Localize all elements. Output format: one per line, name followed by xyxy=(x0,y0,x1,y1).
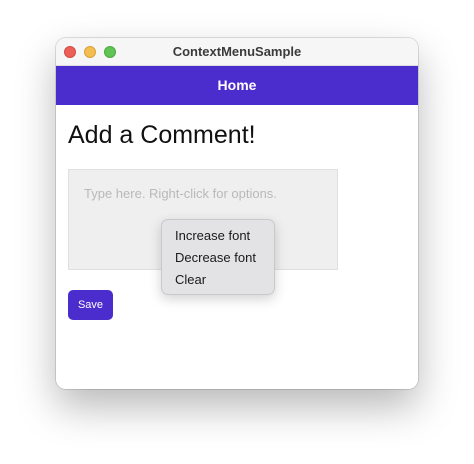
save-button[interactable]: Save xyxy=(68,290,113,320)
context-menu: Increase font Decrease font Clear xyxy=(161,219,275,295)
nav-title: Home xyxy=(217,77,257,93)
navigation-bar: Home xyxy=(56,66,418,105)
window-title: ContextMenuSample xyxy=(172,44,302,59)
app-window: ContextMenuSample Home Add a Comment! Sa… xyxy=(56,38,418,389)
menu-item-decrease-font[interactable]: Decrease font xyxy=(162,247,274,269)
page-title: Add a Comment! xyxy=(68,121,256,149)
menu-item-clear[interactable]: Clear xyxy=(162,269,274,291)
title-bar[interactable]: ContextMenuSample xyxy=(56,38,418,66)
menu-item-increase-font[interactable]: Increase font xyxy=(162,225,274,247)
